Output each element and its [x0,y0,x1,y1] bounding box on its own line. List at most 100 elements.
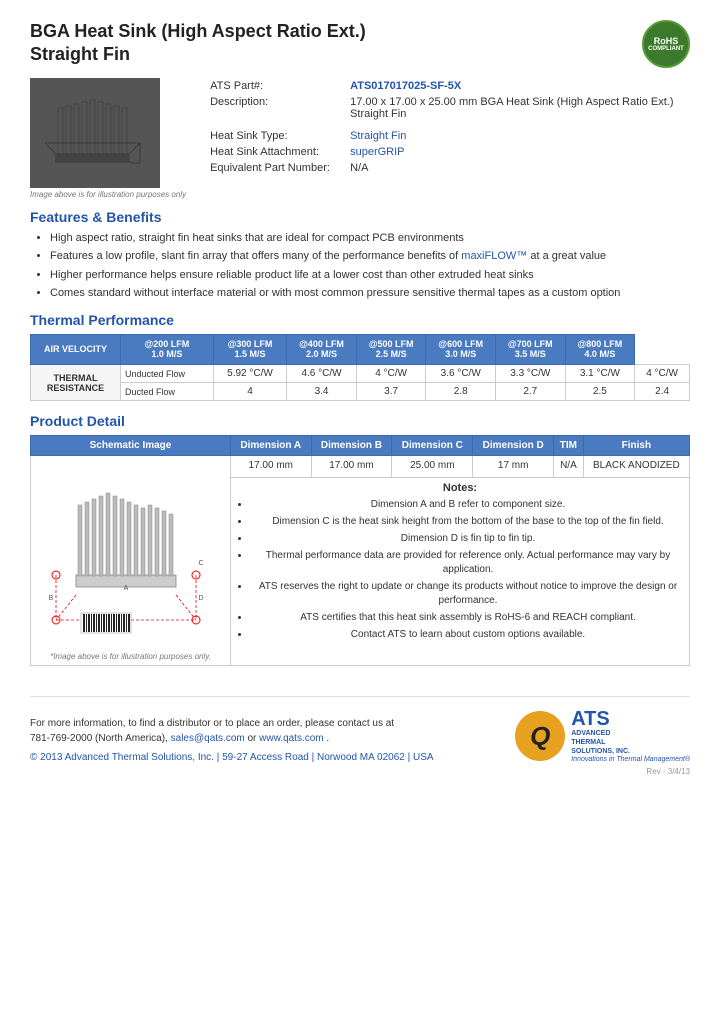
product-info-section: Image above is for illustration purposes… [30,78,690,199]
product-image [30,78,160,188]
product-detail-section: Product Detail Schematic Image Dimension… [30,413,690,666]
ducted-800: 2.4 [635,383,690,401]
product-image-container: Image above is for illustration purposes… [30,78,186,199]
thermal-table: AIR VELOCITY @200 LFM1.0 M/S @300 LFM1.5… [30,334,690,402]
note-item: Dimension D is fin tip to fin tip. [250,532,686,546]
part-label: ATS Part#: [206,78,346,94]
equivalent-part-value: N/A [346,160,690,176]
ats-tagline: Innovations in Thermal Management® [571,756,690,763]
note-item: ATS reserves the right to update or chan… [250,580,686,608]
heat-sink-attachment-value[interactable]: superGRIP [350,146,404,158]
col-800lfm: @800 LFM4.0 M/S [565,334,635,365]
ducted-500: 2.8 [426,383,496,401]
ats-q-logo: Q [515,711,565,761]
tim-value: N/A [554,456,584,478]
svg-text:C: C [198,560,203,567]
detail-header-row: Schematic Image Dimension A Dimension B … [31,436,690,456]
description-label: Description: [206,94,346,122]
title-block: BGA Heat Sink (High Aspect Ratio Ext.) S… [30,20,366,67]
schematic-caption: *Image above is for illustration purpose… [34,652,227,661]
features-list: High aspect ratio, straight fin heat sin… [30,231,690,302]
unducted-500: 3.6 °C/W [426,365,496,383]
col-600lfm: @600 LFM3.0 M/S [426,334,496,365]
detail-table: Schematic Image Dimension A Dimension B … [30,435,690,666]
ducted-700: 2.5 [565,383,635,401]
note-item: Dimension A and B refer to component siz… [250,498,686,512]
col-300lfm: @300 LFM1.5 M/S [213,334,286,365]
ats-q-letter: Q [530,721,550,752]
unducted-400: 4 °C/W [356,365,426,383]
footer-contact-text: For more information, to find a distribu… [30,716,410,746]
notes-list: Dimension A and B refer to component siz… [234,498,686,642]
notes-title: Notes: [234,482,686,494]
features-section: Features & Benefits High aspect ratio, s… [30,209,690,302]
heat-sink-type-value[interactable]: Straight Fin [350,130,406,142]
ats-fullname-line2: THERMAL [571,738,690,747]
heatsink-illustration [40,88,150,178]
finish-value: BLACK ANODIZED [583,456,689,478]
heat-sink-type-label: Heat Sink Type: [206,128,346,144]
dimension-c-header: Dimension C [392,436,473,456]
unducted-700: 3.1 °C/W [565,365,635,383]
ducted-200: 4 [213,383,286,401]
thermal-heading: Thermal Performance [30,312,690,328]
ats-acronym: ATS [571,709,690,729]
dim-c-value: 25.00 mm [392,456,473,478]
ducted-400: 3.7 [356,383,426,401]
detail-data-row: A B C D *Image above is for illustration… [31,456,690,478]
unducted-300: 4.6 °C/W [287,365,357,383]
feature-item: Comes standard without interface materia… [50,286,690,301]
schematic-image-area: A B C D [41,460,221,650]
unducted-600: 3.3 °C/W [496,365,566,383]
rohs-compliant-text: COMPLIANT [648,46,684,52]
schematic-svg: A B C D [46,465,216,645]
ats-logo-text: ATS ADVANCED THERMAL SOLUTIONS, INC. Inn… [571,709,690,763]
description-value: 17.00 x 17.00 x 25.00 mm BGA Heat Sink (… [346,94,690,122]
ducted-300: 3.4 [287,383,357,401]
tim-header: TIM [554,436,584,456]
product-image-caption: Image above is for illustration purposes… [30,190,186,199]
rohs-badge: RoHS COMPLIANT [642,20,690,68]
svg-text:D: D [198,595,203,602]
thermal-ducted-row: Ducted Flow 4 3.4 3.7 2.8 2.7 2.5 2.4 [31,383,690,401]
email-connector: or [248,733,260,744]
heat-sink-attachment-label: Heat Sink Attachment: [206,144,346,160]
col-400lfm: @400 LFM2.0 M/S [287,334,357,365]
dim-d-value: 17 mm [473,456,554,478]
footer-copyright: © 2013 Advanced Thermal Solutions, Inc. … [30,752,434,763]
dim-a-value: 17.00 mm [231,456,312,478]
dimension-b-header: Dimension B [311,436,392,456]
notes-cell: Notes: Dimension A and B refer to compon… [231,478,690,666]
ducted-600: 2.7 [496,383,566,401]
thermal-header-row: AIR VELOCITY @200 LFM1.0 M/S @300 LFM1.5… [31,334,690,365]
note-item: Dimension C is the heat sink height from… [250,515,686,529]
dim-b-value: 17.00 mm [311,456,392,478]
footer-website[interactable]: www.qats.com [259,733,323,744]
thermal-resistance-label: THERMAL RESISTANCE [31,365,121,401]
spec-table: ATS Part#: ATS017017025-SF-5X Descriptio… [206,78,690,176]
feature-item: Higher performance helps ensure reliable… [50,268,690,283]
product-specs: ATS Part#: ATS017017025-SF-5X Descriptio… [206,78,690,199]
note-item: Contact ATS to learn about custom option… [250,628,686,642]
dimension-a-header: Dimension A [231,436,312,456]
feature-item: Features a low profile, slant fin array … [50,249,690,264]
unducted-200: 5.92 °C/W [213,365,286,383]
footer-email[interactable]: sales@qats.com [171,733,245,744]
dimension-d-header: Dimension D [473,436,554,456]
schematic-image-header: Schematic Image [31,436,231,456]
header-section: BGA Heat Sink (High Aspect Ratio Ext.) S… [30,20,690,68]
note-item: Thermal performance data are provided fo… [250,549,686,577]
col-700lfm: @700 LFM3.5 M/S [496,334,566,365]
page-container: BGA Heat Sink (High Aspect Ratio Ext.) S… [30,20,690,776]
part-number[interactable]: ATS017017025-SF-5X [350,80,461,92]
ats-logo: Q ATS ADVANCED THERMAL SOLUTIONS, INC. I… [515,709,690,763]
unducted-label: Unducted Flow [121,365,214,383]
features-heading: Features & Benefits [30,209,690,225]
footer-section: For more information, to find a distribu… [30,696,690,763]
rohs-text: RoHS [654,36,679,46]
footer-left: For more information, to find a distribu… [30,716,434,763]
ats-fullname-line1: ADVANCED [571,729,690,738]
revision-text: Rev - 3/4/13 [30,767,690,776]
air-velocity-header: AIR VELOCITY [31,334,121,365]
finish-header: Finish [583,436,689,456]
